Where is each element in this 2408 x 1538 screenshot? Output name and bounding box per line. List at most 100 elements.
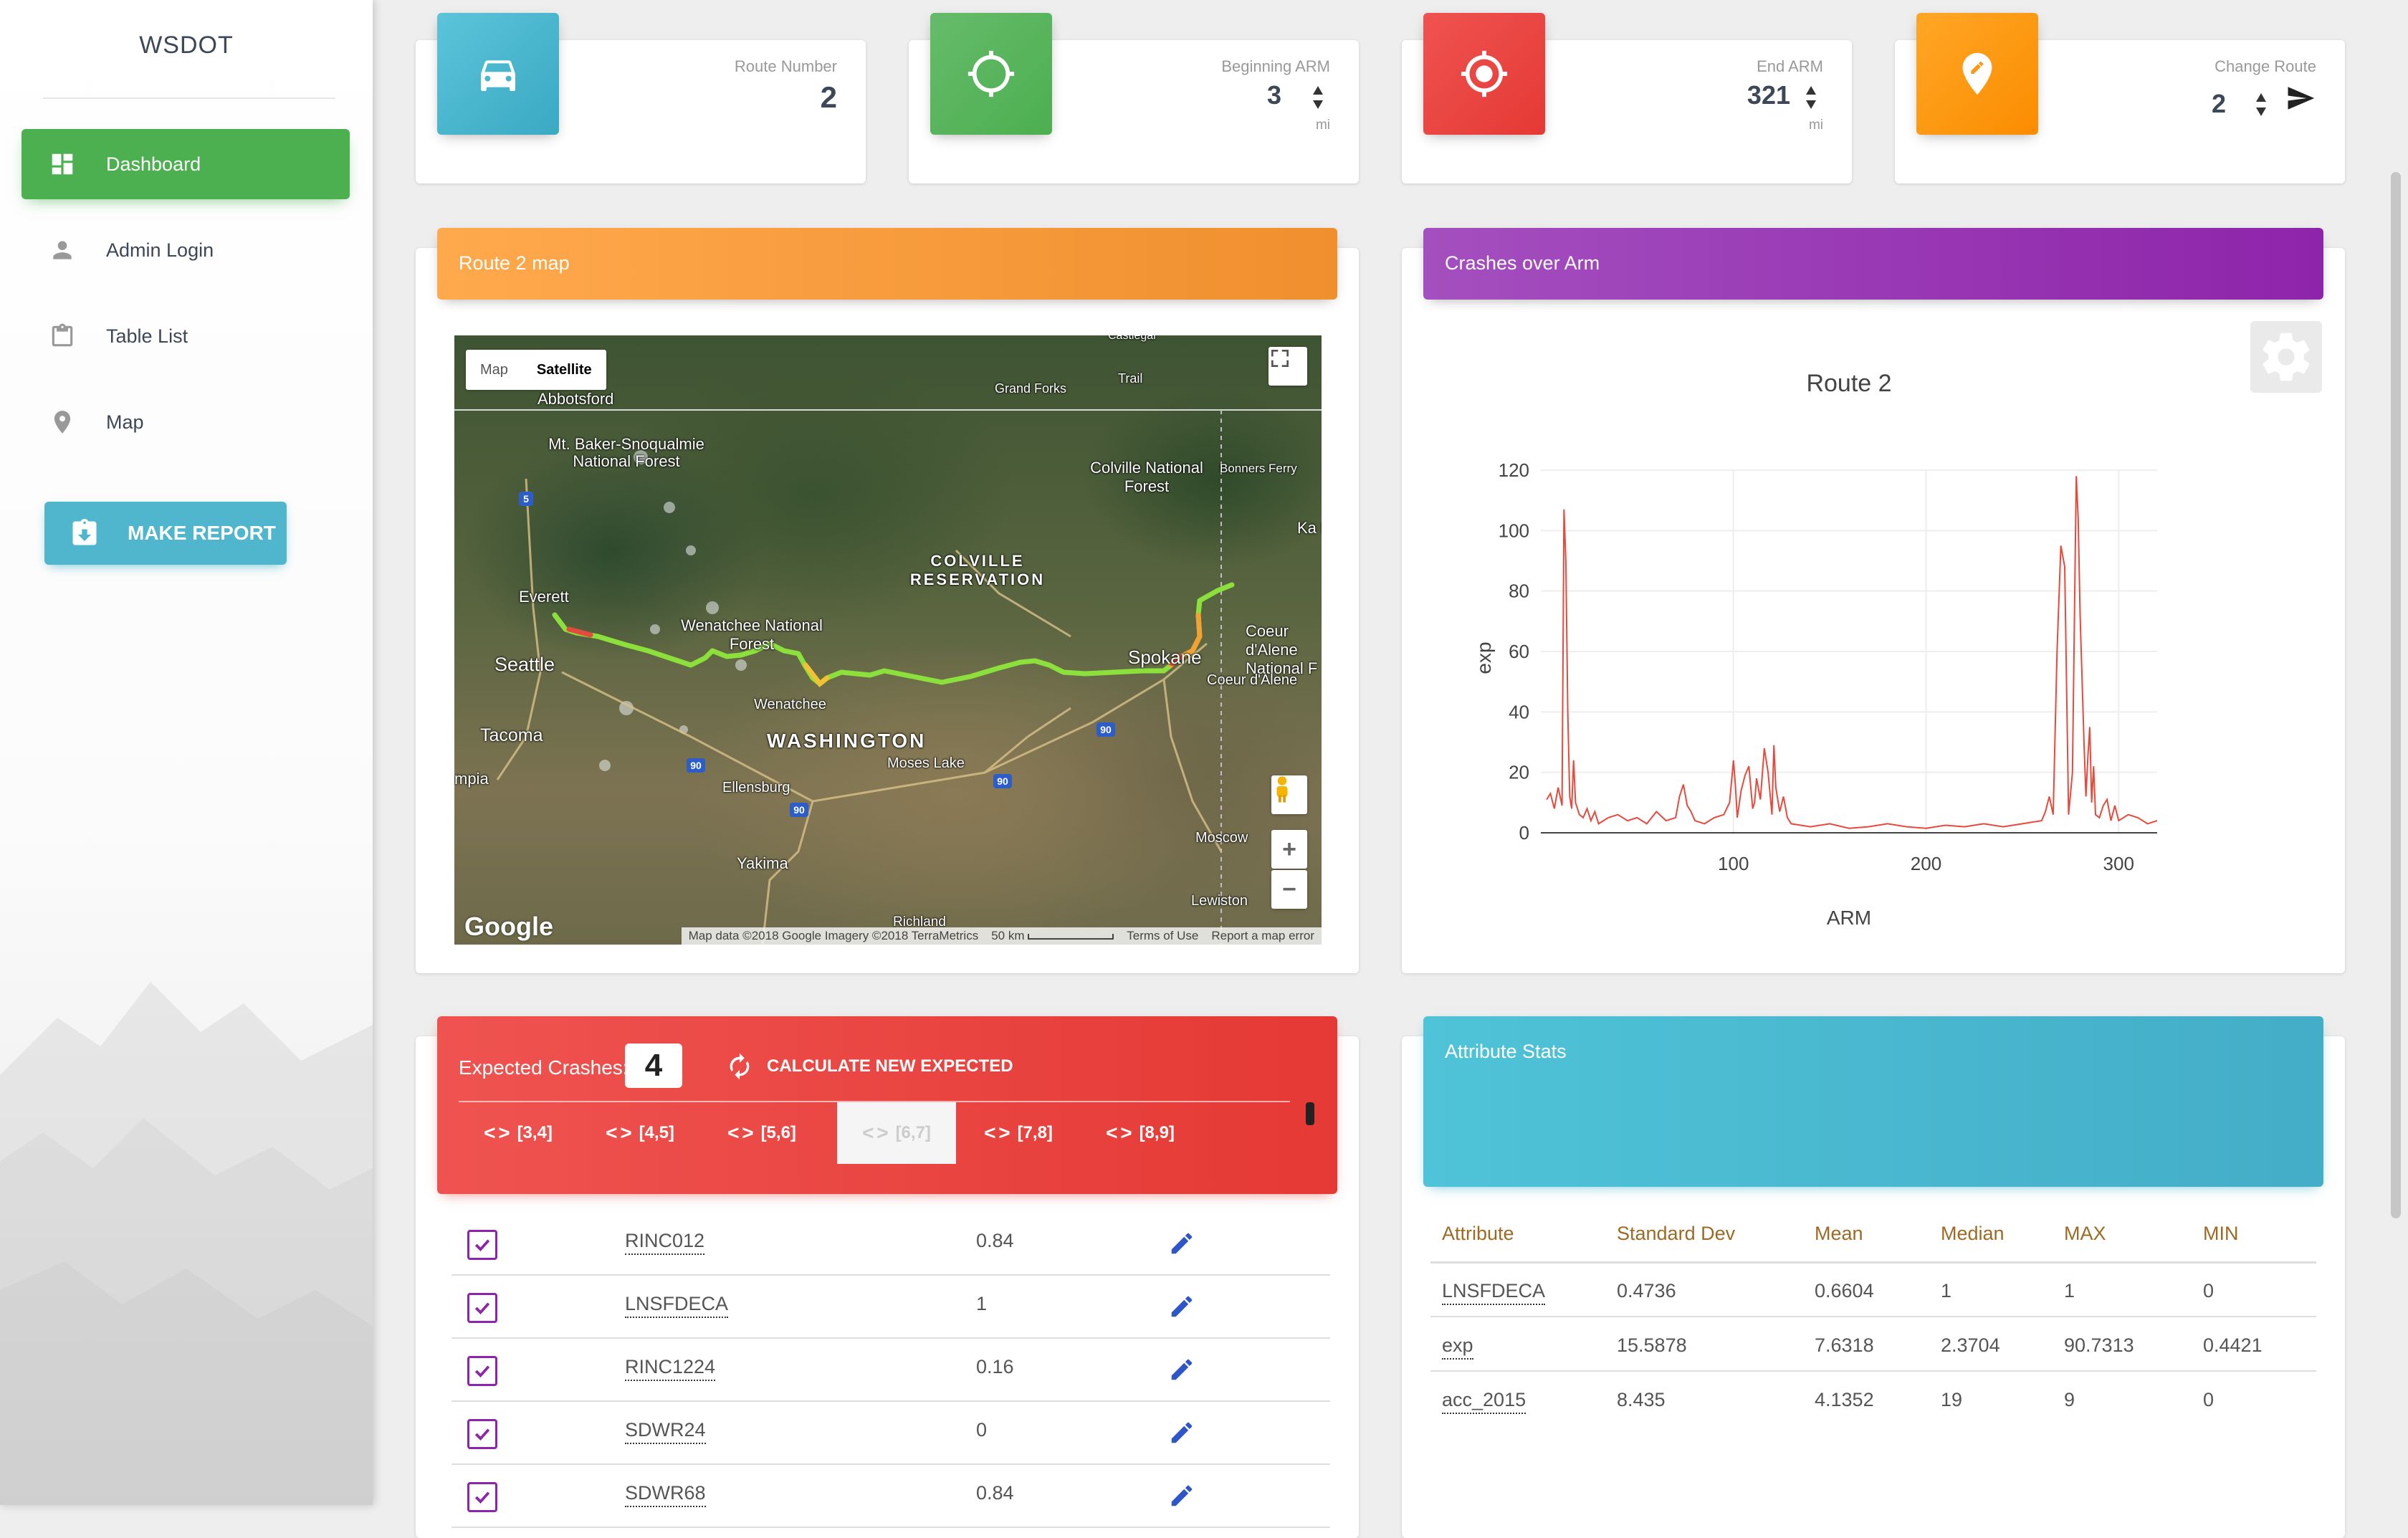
chart-x-axis-label: ARM	[1827, 907, 1871, 929]
attribute-name[interactable]: RINC1224	[625, 1356, 716, 1381]
sidebar-item-label: Dashboard	[106, 153, 201, 175]
min-cell: 0	[2203, 1389, 2214, 1410]
location-pin-icon	[47, 407, 77, 437]
median-cell: 2.3704	[1941, 1334, 2000, 1356]
brand-title[interactable]: WSDOT	[29, 32, 344, 59]
change-route-spinner-icon[interactable]	[2253, 90, 2269, 119]
max-cell: 1	[2064, 1280, 2075, 1301]
attribute-cell[interactable]: exp	[1442, 1334, 1473, 1360]
map-label: Coeur d'Alene National F	[1246, 622, 1318, 677]
tab-5-6[interactable]: < > [5,6]	[702, 1102, 821, 1164]
tab-7-8[interactable]: < > [7,8]	[959, 1102, 1078, 1164]
crashes-chart-title: Crashes over Arm	[1445, 252, 1600, 274]
street-view-pegman-button[interactable]	[1271, 775, 1307, 814]
end-arm-label: End ARM	[1757, 57, 1823, 75]
page-scrollbar[interactable]	[2391, 172, 2401, 1218]
column-header-min: MIN	[2203, 1223, 2239, 1244]
tab-label: [4,5]	[639, 1123, 674, 1142]
attribute-cell[interactable]: acc_2015	[1442, 1389, 1526, 1414]
map-type-map-button[interactable]: Map	[466, 350, 522, 390]
report-map-error-link[interactable]: Report a map error	[1211, 929, 1314, 943]
edit-pencil-icon[interactable]	[1168, 1230, 1195, 1257]
sidebar-item-admin-login[interactable]: Admin Login	[22, 215, 350, 285]
tab-8-9[interactable]: < > [8,9]	[1081, 1102, 1200, 1164]
edit-pencil-icon[interactable]	[1168, 1419, 1195, 1446]
table-row: acc_2015 8.435 4.1352 19 9 0	[1430, 1372, 2316, 1426]
car-icon	[437, 13, 559, 135]
calculate-new-expected-button[interactable]: CALCULATE NEW EXPECTED	[724, 1052, 1013, 1081]
refresh-icon	[730, 1053, 750, 1080]
edit-pencil-icon[interactable]	[1168, 1293, 1195, 1320]
row-checkbox[interactable]	[467, 1482, 497, 1512]
fullscreen-button[interactable]	[1268, 347, 1307, 386]
fullscreen-icon	[1271, 350, 1289, 367]
change-route-card: Change Route 2	[1895, 13, 2345, 183]
route-number-label: Route Number	[734, 57, 837, 75]
change-route-label: Change Route	[2214, 57, 2316, 75]
map-label: Coeur d'Alene	[1207, 672, 1298, 688]
tab-6-7[interactable]: < > [6,7]	[837, 1102, 956, 1164]
attribute-name[interactable]: SDWR24	[625, 1419, 706, 1444]
chart-x-tick-label: 300	[2103, 853, 2134, 874]
sidebar-item-dashboard[interactable]: Dashboard	[22, 129, 350, 199]
zoom-in-button[interactable]: +	[1271, 830, 1307, 869]
tab-4-5[interactable]: < > [4,5]	[580, 1102, 699, 1164]
tab-label: [3,4]	[517, 1123, 553, 1142]
max-cell: 90.7313	[2064, 1334, 2134, 1356]
row-checkbox[interactable]	[467, 1230, 497, 1260]
map-label: Bonners Ferry	[1220, 462, 1297, 475]
highway-shield: 90	[793, 804, 805, 816]
beginning-arm-spinner-icon[interactable]	[1310, 83, 1326, 112]
send-icon[interactable]	[2283, 83, 2318, 113]
pegman-icon	[1276, 776, 1288, 803]
map-type-satellite-button[interactable]: Satellite	[522, 350, 606, 390]
end-arm-spinner-icon[interactable]	[1803, 83, 1819, 112]
tab-3-4[interactable]: < > [3,4]	[459, 1102, 578, 1164]
sidebar-item-map[interactable]: Map	[22, 387, 350, 457]
route-number-value: 2	[820, 80, 837, 114]
change-route-value[interactable]: 2	[2212, 89, 2226, 119]
edit-pencil-icon[interactable]	[1168, 1482, 1195, 1509]
chart-y-tick-label: 0	[1519, 822, 1529, 844]
attribute-value: 0.16	[976, 1356, 1014, 1377]
chart-y-tick-label: 80	[1509, 581, 1529, 602]
row-checkbox[interactable]	[467, 1356, 497, 1386]
chart-y-tick-label: 20	[1509, 762, 1529, 783]
attribute-cell[interactable]: LNSFDECA	[1442, 1280, 1546, 1305]
code-icon: < >	[606, 1122, 632, 1144]
map-label: Everett	[519, 588, 569, 606]
row-checkbox[interactable]	[467, 1293, 497, 1323]
attribute-name[interactable]: LNSFDECA	[625, 1293, 729, 1318]
tabs-scrollbar[interactable]	[1306, 1102, 1314, 1125]
beginning-arm-value[interactable]: 3	[1267, 80, 1281, 110]
code-icon: < >	[484, 1122, 510, 1144]
map-label: Mt. Baker-Snoqualmie National Forest	[548, 435, 704, 470]
sidebar-item-label: Table List	[106, 325, 188, 347]
edit-location-icon	[1916, 13, 2038, 135]
attribute-name[interactable]: RINC012	[625, 1230, 705, 1255]
highway-shield: 90	[690, 760, 702, 771]
sidebar-item-table-list[interactable]: Table List	[22, 301, 350, 371]
map-scale-label: 50 km	[991, 929, 1025, 942]
end-arm-value[interactable]: 321	[1747, 80, 1790, 110]
chart-y-tick-label: 120	[1499, 459, 1529, 481]
edit-pencil-icon[interactable]	[1168, 1356, 1195, 1383]
max-cell: 9	[2064, 1389, 2075, 1410]
attribute-stats-title: Attribute Stats	[1445, 1041, 1567, 1062]
map-label: mpia	[454, 770, 489, 788]
table-row: LNSFDECA 1	[452, 1276, 1330, 1339]
target-icon	[1423, 13, 1545, 135]
mean-cell: 4.1352	[1815, 1389, 1874, 1410]
check-icon	[474, 1365, 490, 1377]
check-icon	[474, 1302, 490, 1314]
route-map-header: Route 2 map	[437, 228, 1337, 300]
attribute-name[interactable]: SDWR68	[625, 1482, 706, 1507]
make-report-button[interactable]: MAKE REPORT	[44, 502, 287, 565]
zoom-out-button[interactable]: −	[1271, 870, 1307, 909]
crashes-line-chart[interactable]: 0 20 40 60 80 100 120 100 200 300 Route 2 ARM ex…	[1433, 344, 2293, 946]
route-map[interactable]: 5 90 90 90 90 Map Satellite + − Abbotsfo…	[454, 335, 1322, 945]
row-checkbox[interactable]	[467, 1419, 497, 1449]
terms-of-use-link[interactable]: Terms of Use	[1127, 929, 1198, 943]
dashboard-icon	[47, 149, 77, 179]
table-row: RINC1224 0.16	[452, 1339, 1330, 1402]
